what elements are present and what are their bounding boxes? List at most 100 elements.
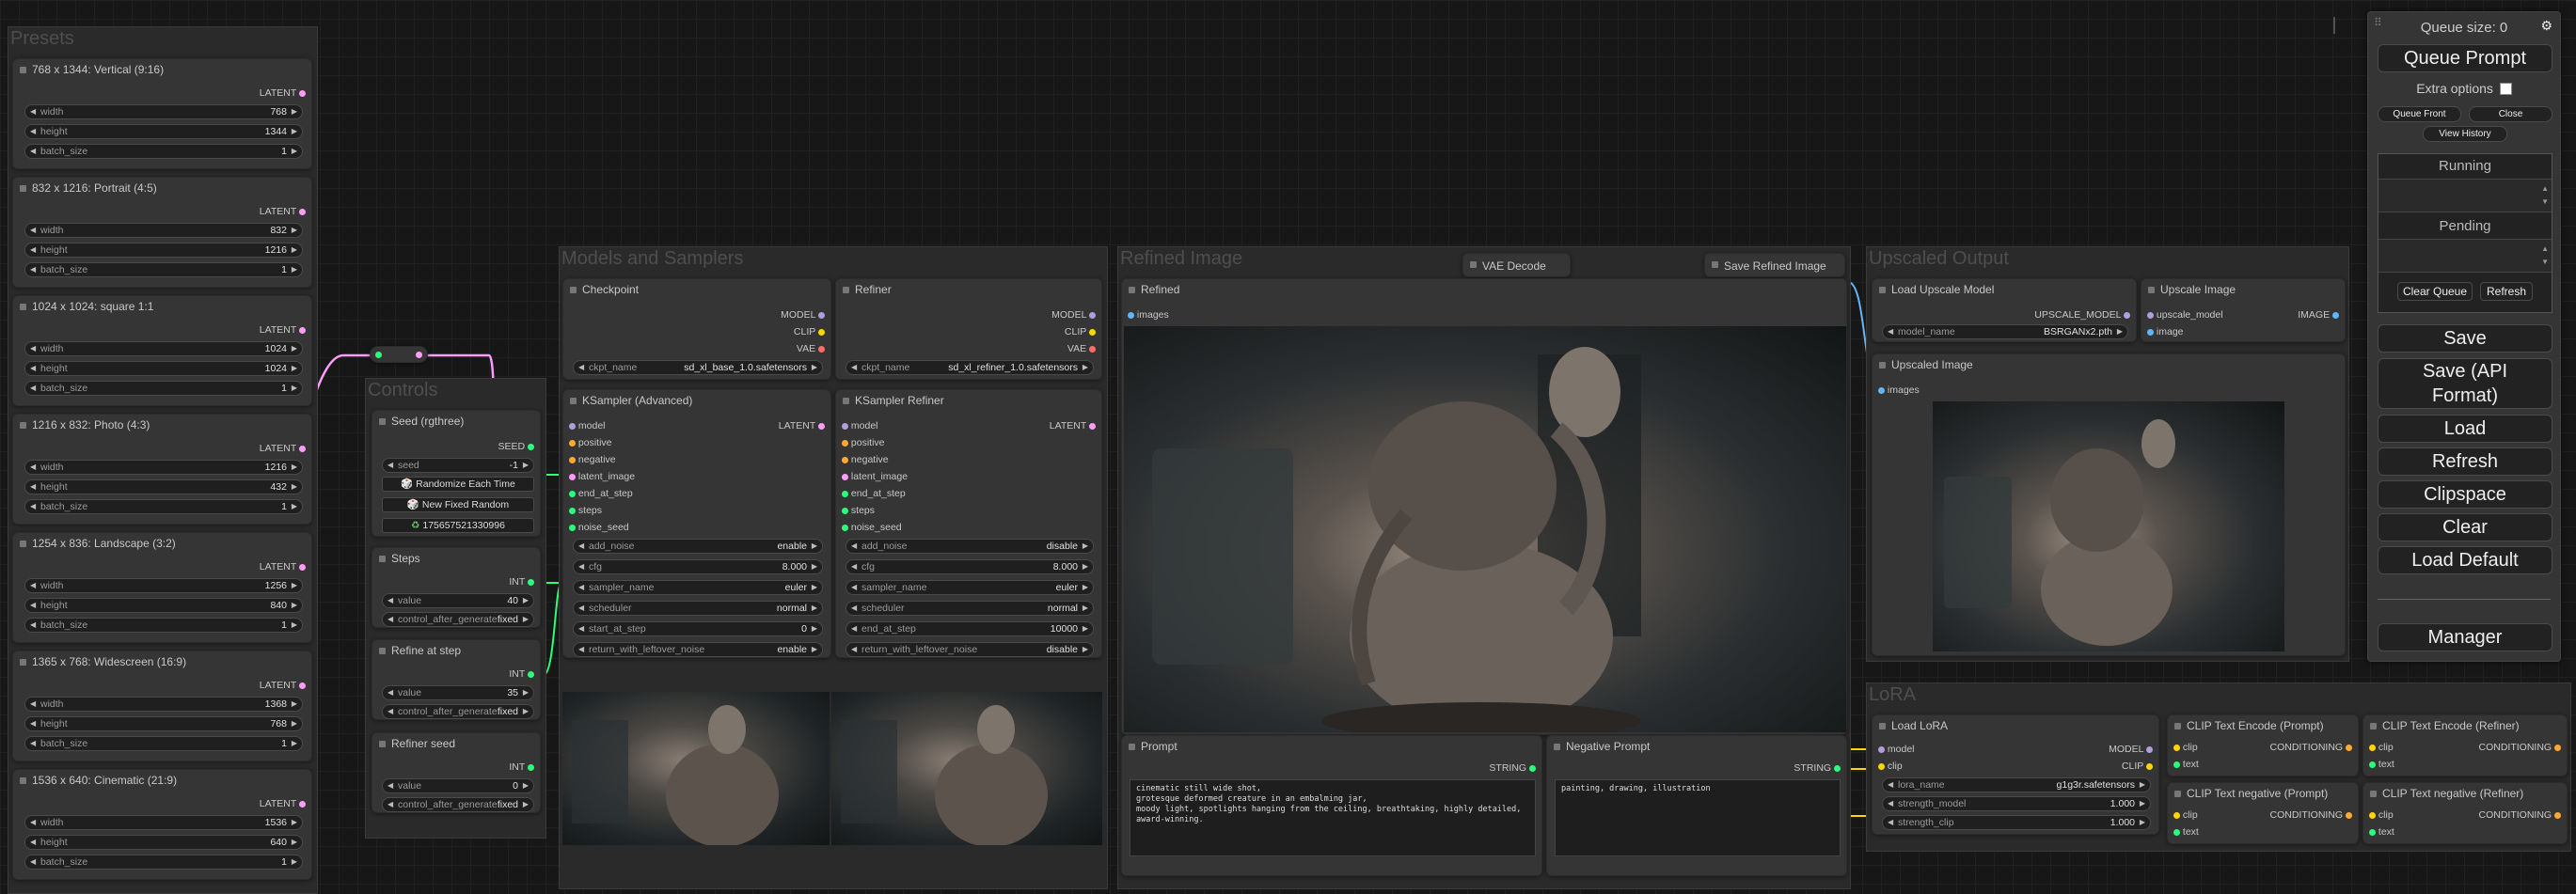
ksampler-widget[interactable]: ◀ return_with_leftover_noise disable ▶ bbox=[845, 642, 1094, 657]
save-button[interactable]: Save bbox=[2378, 324, 2552, 353]
scroll-arrows-icon[interactable]: ▲ ▼ bbox=[2541, 243, 2549, 269]
negative-prompt-textarea[interactable]: painting, drawing, illustration bbox=[1555, 779, 1841, 856]
latent-socket[interactable] bbox=[299, 682, 306, 689]
preset-node[interactable]: 1365 x 768: Widescreen (16:9) LATENT ◀ wid… bbox=[12, 651, 312, 761]
vae-socket[interactable] bbox=[818, 345, 825, 353]
manager-button[interactable]: Manager bbox=[2378, 623, 2552, 651]
noise-seed-input-socket[interactable] bbox=[569, 524, 576, 531]
ksampler-widget[interactable]: ◀ add_noise enable ▶ bbox=[573, 539, 823, 554]
steps-input-socket[interactable] bbox=[842, 507, 848, 514]
load-button[interactable]: Load bbox=[2378, 415, 2552, 443]
model-socket[interactable] bbox=[1089, 311, 1096, 319]
load-lora-node[interactable]: Load LoRA model clip MODEL CLIP ◀ lora_na… bbox=[1872, 714, 2159, 835]
height-widget[interactable]: ◀ height 768 ▶ bbox=[24, 716, 303, 731]
save-refined-image-node[interactable]: Save Refined Image bbox=[1704, 253, 1845, 277]
clip-text-negative-refiner-node[interactable]: CLIP Text negative (Refiner) clip text C… bbox=[2363, 782, 2568, 844]
latent-socket[interactable] bbox=[299, 563, 306, 571]
ksampler-widget[interactable]: ◀ return_with_leftover_noise enable ▶ bbox=[573, 642, 823, 657]
last-seed-button[interactable]: ♻ 175657521330996 bbox=[382, 518, 534, 533]
preset-node[interactable]: 1024 x 1024: square 1:1 LATENT ◀ width 1024… bbox=[12, 295, 312, 406]
ksampler-refiner-node[interactable]: KSampler Refiner LATENT model positive n… bbox=[835, 389, 1102, 658]
ksampler-widget[interactable]: ◀ cfg 8.000 ▶ bbox=[845, 559, 1094, 574]
latent-input-socket[interactable] bbox=[569, 473, 576, 480]
close-button[interactable]: Close bbox=[2469, 106, 2552, 122]
height-widget[interactable]: ◀ height 1344 ▶ bbox=[24, 124, 303, 139]
latent-socket[interactable] bbox=[299, 445, 306, 452]
latent-socket[interactable] bbox=[1089, 422, 1096, 430]
batch-size-widget[interactable]: ◀ batch_size 1 ▶ bbox=[24, 262, 303, 277]
height-widget[interactable]: ◀ height 1216 ▶ bbox=[24, 243, 303, 258]
images-input-socket[interactable] bbox=[1128, 311, 1134, 319]
images-input-socket[interactable] bbox=[1878, 386, 1885, 394]
steps-control-widget[interactable]: ◀ control_after_generate fixed ▶ bbox=[382, 612, 534, 627]
steps-value-widget[interactable]: ◀ value 40 ▶ bbox=[382, 593, 534, 608]
reroute-node[interactable] bbox=[370, 346, 428, 363]
model-input-socket[interactable] bbox=[842, 422, 848, 430]
seed-widget[interactable]: ◀ seed -1 ▶ bbox=[382, 458, 534, 473]
string-socket[interactable] bbox=[1529, 764, 1536, 772]
vae-decode-node[interactable]: VAE Decode bbox=[1462, 253, 1571, 277]
clear-queue-button[interactable]: Clear Queue bbox=[2397, 282, 2473, 301]
refiner-ckpt-widget[interactable]: ◀ ckpt_name sd_xl_refiner_1.0.safetensors ▶ bbox=[845, 360, 1094, 375]
end-step-input-socket[interactable] bbox=[569, 490, 576, 497]
refine-at-step-node[interactable]: Refine at step INT ◀ value 35 ▶ ◀ control_af… bbox=[371, 639, 541, 720]
refresh-queue-button[interactable]: Refresh bbox=[2480, 282, 2533, 301]
batch-size-widget[interactable]: ◀ batch_size 1 ▶ bbox=[24, 736, 303, 751]
ksampler-widget[interactable]: ◀ cfg 8.000 ▶ bbox=[573, 559, 823, 574]
refiner-node[interactable]: Refiner MODEL CLIP VAE ◀ ckpt_name sd_xl_r… bbox=[835, 278, 1102, 380]
view-history-button[interactable]: View History bbox=[2423, 126, 2507, 142]
ckpt-name-widget[interactable]: ◀ ckpt_name sd_xl_base_1.0.safetensors ▶ bbox=[573, 360, 823, 375]
upscaled-image[interactable] bbox=[1933, 401, 2284, 651]
refine-value-widget[interactable]: ◀ value 35 ▶ bbox=[382, 685, 534, 700]
string-socket[interactable] bbox=[1834, 764, 1841, 772]
ksampler-widget[interactable]: ◀ sampler_name euler ▶ bbox=[845, 580, 1094, 595]
height-widget[interactable]: ◀ height 1024 ▶ bbox=[24, 361, 303, 376]
steps-node[interactable]: Steps INT ◀ value 40 ▶ ◀ control_after_gener… bbox=[371, 547, 541, 628]
seed-node[interactable]: Seed (rgthree) SEED ◀ seed -1 ▶ 🎲 Randomize… bbox=[371, 410, 541, 537]
save-api-format-button[interactable]: Save (API Format) bbox=[2378, 358, 2552, 409]
ksampler-widget[interactable]: ◀ add_noise disable ▶ bbox=[845, 539, 1094, 554]
latent-socket[interactable] bbox=[818, 422, 825, 430]
clipspace-button[interactable]: Clipspace bbox=[2378, 480, 2552, 509]
batch-size-widget[interactable]: ◀ batch_size 1 ▶ bbox=[24, 499, 303, 514]
output-socket[interactable] bbox=[528, 763, 534, 771]
clip-text-encode-refiner-node[interactable]: CLIP Text Encode (Refiner) clip text CON… bbox=[2363, 714, 2568, 776]
preset-node[interactable]: 1536 x 640: Cinematic (21:9) LATENT ◀ widt… bbox=[12, 769, 312, 880]
checkpoint-node[interactable]: Checkpoint MODEL CLIP VAE ◀ ckpt_name sd_x… bbox=[562, 278, 831, 380]
ksampler-widget[interactable]: ◀ end_at_step 10000 ▶ bbox=[845, 621, 1094, 636]
width-widget[interactable]: ◀ width 1256 ▶ bbox=[24, 578, 303, 593]
clip-socket[interactable] bbox=[818, 328, 825, 336]
upscale-model-input-socket[interactable] bbox=[2147, 311, 2154, 319]
refiner-seed-node[interactable]: Refiner seed INT ◀ value 0 ▶ ◀ control_after… bbox=[371, 732, 541, 813]
vae-socket[interactable] bbox=[1089, 345, 1096, 353]
queue-front-button[interactable]: Queue Front bbox=[2378, 106, 2461, 122]
preview-thumbnail-base[interactable] bbox=[562, 692, 830, 845]
width-widget[interactable]: ◀ width 1024 ▶ bbox=[24, 341, 303, 356]
width-widget[interactable]: ◀ width 768 ▶ bbox=[24, 104, 303, 119]
image-socket[interactable] bbox=[2332, 311, 2339, 319]
latent-input-socket[interactable] bbox=[842, 473, 848, 480]
text-input-socket[interactable] bbox=[2173, 761, 2180, 768]
clip-text-negative-prompt-node[interactable]: CLIP Text negative (Prompt) clip text CO… bbox=[2167, 782, 2359, 844]
negative-input-socket[interactable] bbox=[569, 456, 576, 463]
refiner-seed-value-widget[interactable]: ◀ value 0 ▶ bbox=[382, 778, 534, 793]
extra-options-checkbox[interactable] bbox=[2499, 83, 2512, 95]
output-socket[interactable] bbox=[528, 578, 534, 586]
clip-input-socket[interactable] bbox=[2173, 811, 2180, 819]
width-widget[interactable]: ◀ width 1368 ▶ bbox=[24, 697, 303, 712]
upscale-image-node[interactable]: Upscale Image upscale_model image IMAGE bbox=[2141, 278, 2346, 342]
clip-socket[interactable] bbox=[1089, 328, 1096, 336]
batch-size-widget[interactable]: ◀ batch_size 1 ▶ bbox=[24, 618, 303, 633]
latent-socket[interactable] bbox=[299, 326, 306, 334]
image-input-socket[interactable] bbox=[2147, 328, 2154, 336]
model-name-widget[interactable]: ◀ model_name BSRGANx2.pth ▶ bbox=[1882, 324, 2128, 339]
negative-prompt-node[interactable]: Negative Prompt STRING painting, drawing… bbox=[1546, 735, 1847, 876]
noise-seed-input-socket[interactable] bbox=[842, 524, 848, 531]
refined-image[interactable] bbox=[1124, 326, 1846, 732]
running-list[interactable]: ▲ ▼ bbox=[2378, 179, 2552, 212]
latent-socket[interactable] bbox=[299, 89, 306, 97]
steps-input-socket[interactable] bbox=[569, 507, 576, 514]
randomize-each-time-button[interactable]: 🎲 Randomize Each Time bbox=[382, 477, 534, 492]
preset-node[interactable]: 1216 x 832: Photo (4:3) LATENT ◀ width 1216… bbox=[12, 414, 312, 525]
height-widget[interactable]: ◀ height 432 ▶ bbox=[24, 479, 303, 494]
